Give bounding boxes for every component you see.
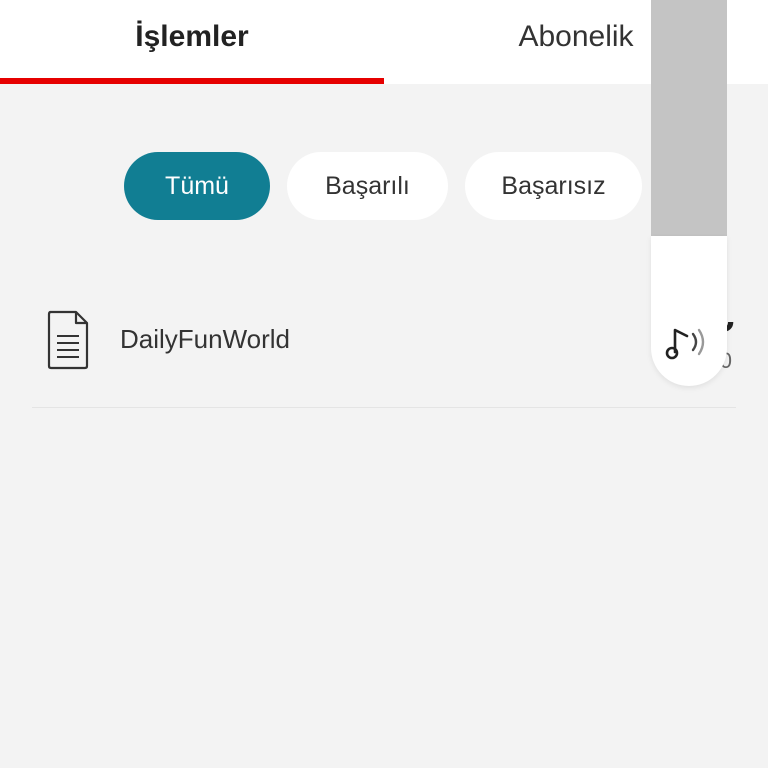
filter-chip-all-label: Tümü — [165, 171, 229, 200]
document-icon — [47, 310, 89, 370]
tab-islemler[interactable]: İşlemler — [0, 0, 384, 84]
tab-islemler-label: İşlemler — [135, 20, 249, 53]
filter-chip-successful[interactable]: Başarılı — [287, 152, 448, 220]
music-sound-icon[interactable] — [665, 322, 715, 362]
overlay-panel[interactable] — [651, 236, 727, 386]
transactions-screen: İşlemler Abonelik Tümü Başarılı Başarısı… — [0, 0, 768, 768]
filter-chip-successful-label: Başarılı — [325, 171, 410, 200]
filter-chip-all[interactable]: Tümü — [124, 152, 270, 220]
filter-chip-failed[interactable]: Başarısız — [465, 152, 642, 220]
filter-chip-failed-label: Başarısız — [501, 171, 606, 200]
transaction-row[interactable]: DailyFunWorld ₺ 11.0 — [32, 290, 736, 408]
accessibility-overlay[interactable] — [651, 0, 727, 386]
tab-abonelik-label: Abonelik — [518, 20, 634, 53]
active-tab-indicator — [0, 78, 384, 84]
overlay-scroll-track[interactable] — [651, 0, 727, 236]
transaction-title: DailyFunWorld — [120, 324, 291, 354]
